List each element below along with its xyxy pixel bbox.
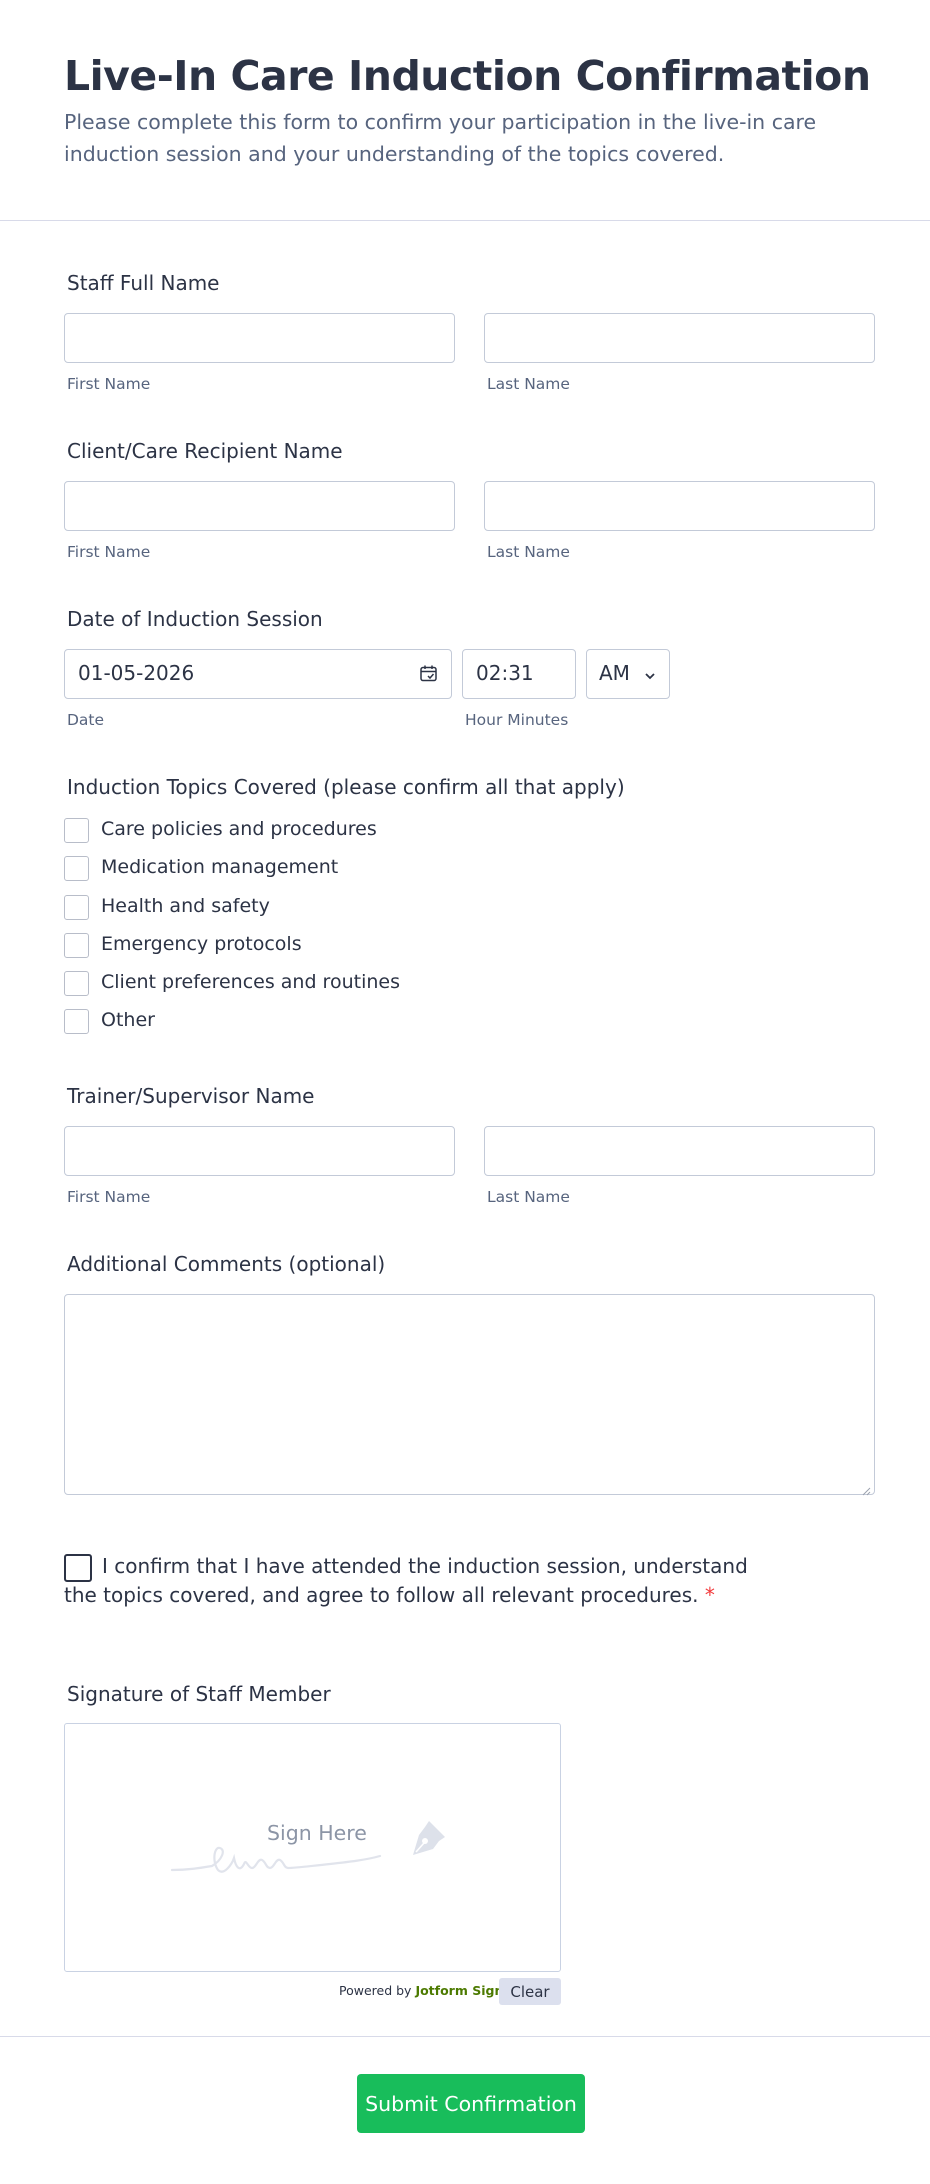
staff-first-name-sublabel: First Name (67, 375, 151, 393)
topic-option-label[interactable]: Other (101, 1009, 155, 1031)
confirmation-label: I confirm that I have attended the induc… (64, 1554, 748, 1607)
staff-name-label: Staff Full Name (67, 271, 220, 295)
date-value: 01-05-2026 (78, 661, 195, 685)
comments-textarea[interactable] (64, 1294, 875, 1496)
date-sublabel: Date (67, 711, 105, 729)
induction-date-label: Date of Induction Session (67, 607, 323, 631)
topics-label: Induction Topics Covered (please confirm… (67, 775, 625, 799)
trainer-first-name-input[interactable] (64, 1126, 455, 1176)
staff-first-name-input[interactable] (64, 313, 455, 363)
staff-last-name-input[interactable] (484, 313, 875, 363)
trainer-first-name-sublabel: First Name (67, 1188, 151, 1206)
signature-pad[interactable]: Sign Here (64, 1723, 561, 1972)
ampm-select[interactable]: AM (586, 649, 670, 699)
confirmation-text[interactable]: I confirm that I have attended the induc… (64, 1552, 764, 1610)
powered-prefix: Powered by (339, 1983, 412, 1998)
powered-by: Powered by Jotform Sign (339, 1983, 503, 1998)
time-input[interactable]: 02:31 (462, 649, 576, 699)
topic-checkbox[interactable] (64, 856, 89, 881)
required-mark: * (704, 1583, 715, 1607)
footer-divider (0, 2036, 930, 2037)
page-title: Live-In Care Induction Confirmation (64, 52, 871, 100)
comments-label: Additional Comments (optional) (67, 1252, 386, 1276)
resize-grip-icon[interactable] (861, 1481, 871, 1496)
calendar-icon[interactable] (419, 664, 438, 687)
staff-last-name-sublabel: Last Name (487, 375, 570, 393)
client-name-label: Client/Care Recipient Name (67, 439, 343, 463)
ampm-value: AM (599, 661, 630, 685)
topic-checkbox[interactable] (64, 895, 89, 920)
header-divider (0, 220, 930, 221)
client-last-name-input[interactable] (484, 481, 875, 531)
topic-checkbox[interactable] (64, 971, 89, 996)
page-subtitle: Please complete this form to confirm you… (64, 110, 817, 166)
topic-option-label[interactable]: Medication management (101, 856, 338, 878)
signature-squiggle-icon (170, 1842, 410, 1882)
date-input[interactable]: 01-05-2026 (64, 649, 452, 699)
topic-option-label[interactable]: Emergency protocols (101, 933, 302, 955)
time-sublabel: Hour Minutes (465, 711, 569, 729)
time-value: 02:31 (476, 661, 534, 685)
submit-button[interactable]: Submit Confirmation (357, 2074, 585, 2133)
client-first-name-input[interactable] (64, 481, 455, 531)
topic-option-label[interactable]: Health and safety (101, 895, 270, 917)
client-last-name-sublabel: Last Name (487, 543, 570, 561)
chevron-down-icon (643, 668, 657, 687)
trainer-name-label: Trainer/Supervisor Name (67, 1084, 315, 1108)
client-first-name-sublabel: First Name (67, 543, 151, 561)
trainer-last-name-sublabel: Last Name (487, 1188, 570, 1206)
topic-checkbox[interactable] (64, 933, 89, 958)
signature-label: Signature of Staff Member (67, 1682, 331, 1706)
powered-brand[interactable]: Jotform Sign (415, 1983, 503, 1998)
topic-option-label[interactable]: Client preferences and routines (101, 971, 400, 993)
topic-option-label[interactable]: Care policies and procedures (101, 818, 377, 840)
trainer-last-name-input[interactable] (484, 1126, 875, 1176)
topic-checkbox[interactable] (64, 818, 89, 843)
topic-checkbox[interactable] (64, 1009, 89, 1034)
clear-signature-button[interactable]: Clear (499, 1978, 561, 2005)
pen-nib-icon (407, 1819, 447, 1863)
